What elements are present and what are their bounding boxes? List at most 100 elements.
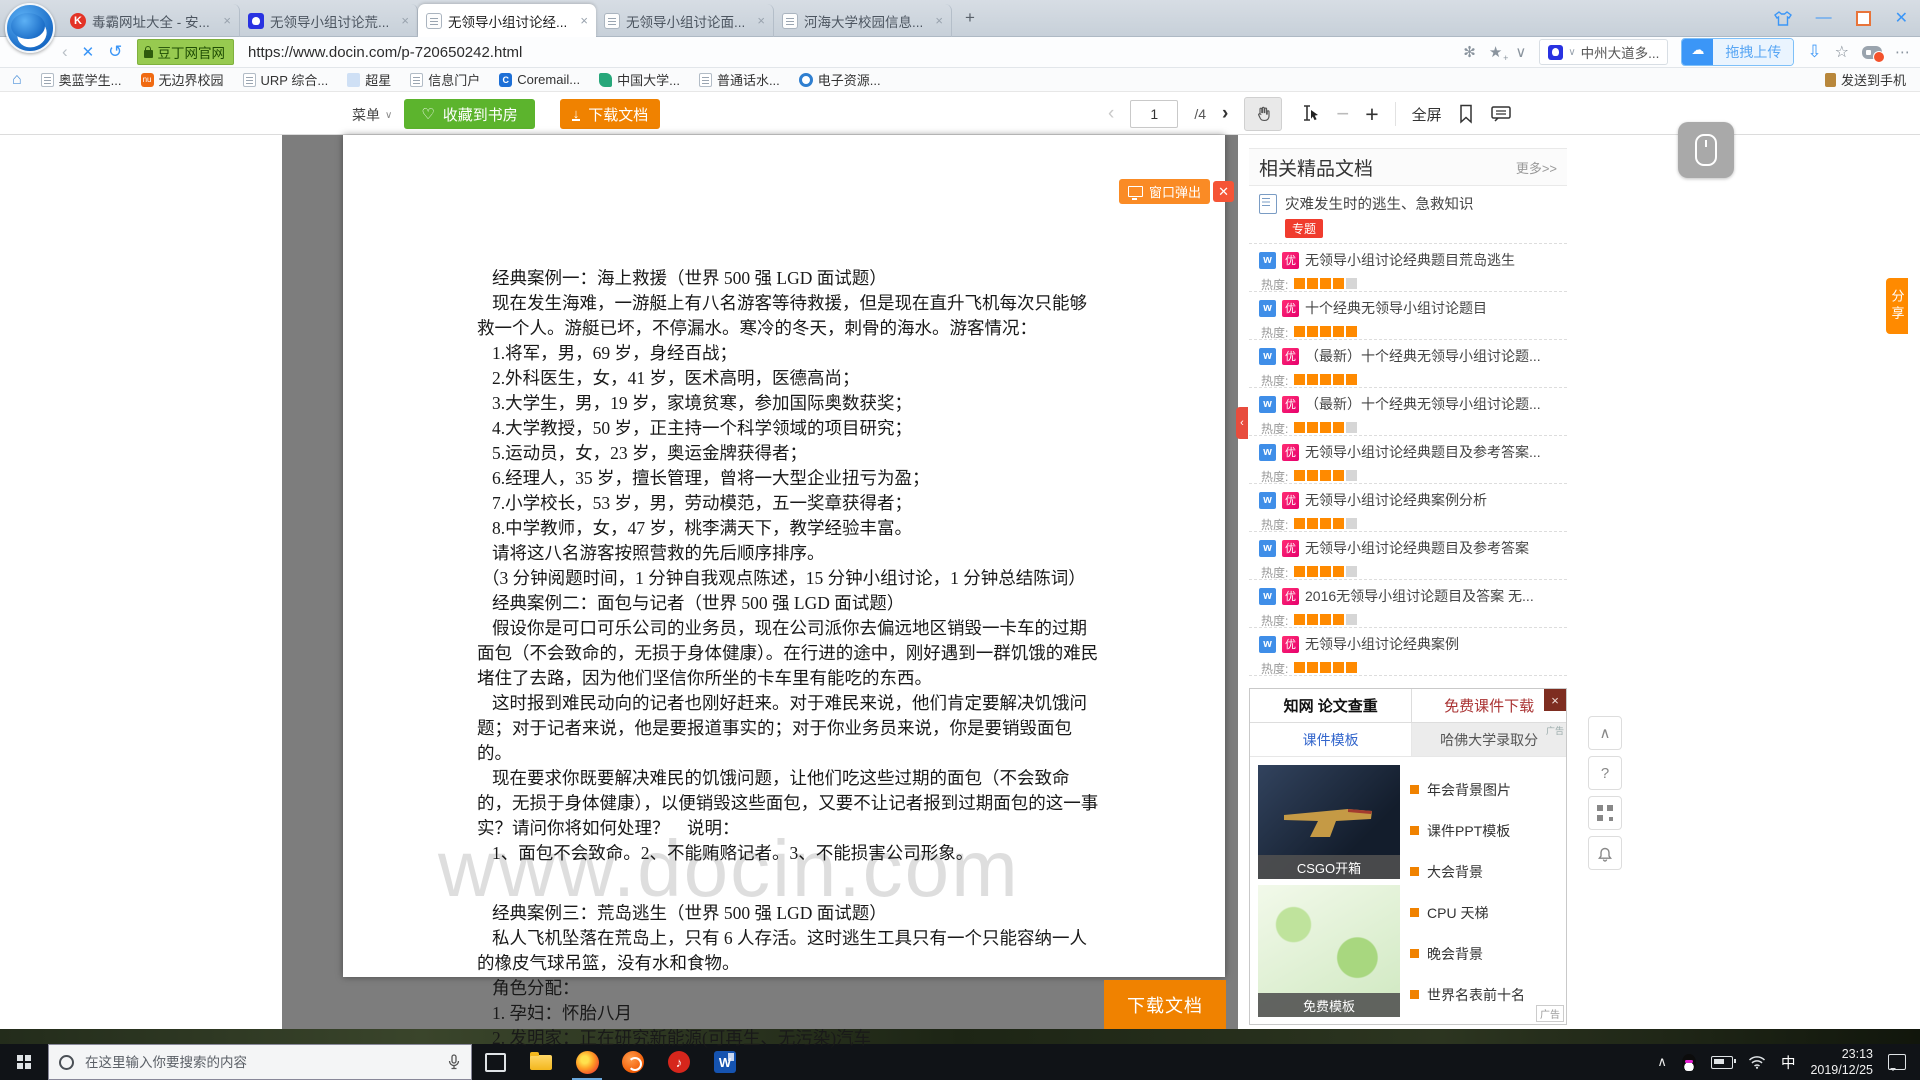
tab-close-icon[interactable]: ×	[401, 13, 409, 28]
fullscreen-button[interactable]: 全屏	[1412, 104, 1442, 125]
qq-penguin-icon[interactable]	[1682, 1054, 1696, 1071]
sidebar-more-link[interactable]: 更多>>	[1516, 158, 1557, 177]
help-button[interactable]: ?	[1588, 756, 1622, 790]
ad-card-template[interactable]: 免费模板	[1258, 885, 1400, 1017]
address-search-box[interactable]: ∨ 中州大道多...	[1539, 39, 1668, 65]
bookmark-flag-icon[interactable]	[1458, 104, 1474, 124]
tab-close-icon[interactable]: ×	[223, 13, 231, 28]
bookmark-item[interactable]: 奥蓝学生...	[41, 70, 122, 89]
hand-tool-button[interactable]	[1244, 97, 1282, 131]
tab-close-icon[interactable]: ×	[580, 13, 588, 28]
scroll-mouse-widget[interactable]	[1678, 122, 1734, 178]
next-page-icon[interactable]: ›	[1222, 103, 1228, 125]
bookmark-item[interactable]: Coremail...	[499, 70, 580, 89]
ad-link-item[interactable]: 年会背景图片	[1410, 769, 1560, 810]
ad-link-item[interactable]: 课件PPT模板	[1410, 810, 1560, 851]
browser-tab[interactable]: 无领导小组讨论荒... ×	[240, 4, 418, 37]
search-engine-icon[interactable]	[1548, 45, 1563, 60]
bookmark-item[interactable]: 中国大学...	[599, 70, 680, 89]
new-tab-button[interactable]: +	[955, 8, 985, 28]
related-document-item[interactable]: 无领导小组讨论经典题目及参考答案 热度:	[1249, 532, 1567, 580]
taskbar-search-input[interactable]	[83, 1054, 438, 1071]
drag-upload-button[interactable]: ☁ 拖拽上传	[1681, 38, 1794, 66]
ad-close-icon[interactable]: ×	[1544, 689, 1566, 711]
sidebar-special-item[interactable]: 灾难发生时的逃生、急救知识 专题	[1249, 186, 1567, 244]
tab-close-icon[interactable]: ×	[757, 13, 765, 28]
sidebar-collapse-handle[interactable]: ‹	[1236, 407, 1248, 439]
minimize-icon[interactable]: —	[1816, 9, 1832, 27]
related-document-title[interactable]: 无领导小组讨论经典题目及参考答案	[1305, 538, 1529, 558]
tab-close-icon[interactable]: ×	[935, 13, 943, 28]
browser-tab[interactable]: 无领导小组讨论面... ×	[596, 4, 774, 37]
bookmark-item[interactable]: 电子资源...	[799, 70, 881, 89]
related-document-title[interactable]: 2016无领导小组讨论题目及答案 无...	[1305, 586, 1534, 606]
url-text[interactable]: https://www.docin.com/p-720650242.html	[248, 44, 1449, 61]
site-settings-icon[interactable]: ✻	[1463, 43, 1476, 61]
popout-close-icon[interactable]: ✕	[1213, 181, 1234, 202]
add-bookmark-icon[interactable]: ★	[1489, 43, 1502, 61]
zoom-in-icon[interactable]: +	[1365, 101, 1378, 128]
ime-indicator[interactable]: 中	[1781, 1052, 1796, 1073]
related-document-title[interactable]: 无领导小组讨论经典案例	[1305, 634, 1459, 654]
related-document-item[interactable]: 2016无领导小组讨论题目及答案 无... 热度:	[1249, 580, 1567, 628]
ad-tab-paper-check[interactable]: 知网 论文查重	[1250, 689, 1412, 722]
search-query-text[interactable]: 中州大道多...	[1581, 42, 1660, 62]
tray-expand-icon[interactable]: ∧	[1657, 1054, 1667, 1070]
related-document-title[interactable]: 十个经典无领导小组讨论题目	[1305, 298, 1487, 318]
more-menu-icon[interactable]: ⋯	[1895, 43, 1910, 61]
stop-icon[interactable]: ✕	[82, 43, 95, 61]
related-document-item[interactable]: （最新）十个经典无领导小组讨论题... 热度:	[1249, 340, 1567, 388]
related-document-item[interactable]: 无领导小组讨论经典题目荒岛逃生 热度:	[1249, 244, 1567, 292]
related-document-title[interactable]: 无领导小组讨论经典题目及参考答案...	[1305, 442, 1541, 462]
special-item-title[interactable]: 灾难发生时的逃生、急救知识	[1285, 193, 1474, 214]
share-tab[interactable]: 分享	[1886, 278, 1908, 334]
favorite-document-button[interactable]: ♡ 收藏到书房	[404, 99, 535, 129]
skin-theme-icon[interactable]	[1774, 11, 1792, 26]
related-document-title[interactable]: 无领导小组讨论经典题目荒岛逃生	[1305, 250, 1515, 270]
related-document-item[interactable]: 无领导小组讨论经典题目及参考答案... 热度:	[1249, 436, 1567, 484]
comment-icon[interactable]	[1490, 104, 1512, 124]
ad-link-item[interactable]: CPU 天梯	[1410, 892, 1560, 933]
battery-icon[interactable]	[1711, 1056, 1733, 1069]
qr-code-button[interactable]	[1588, 796, 1622, 830]
taskbar-clock[interactable]: 23:13 2019/12/25	[1810, 1046, 1873, 1079]
bookmark-item[interactable]: 信息门户	[410, 70, 480, 89]
close-window-icon[interactable]: ✕	[1895, 8, 1908, 28]
related-document-item[interactable]: （最新）十个经典无领导小组讨论题... 热度:	[1249, 388, 1567, 436]
home-icon[interactable]: ⌂	[12, 71, 22, 89]
game-center-icon[interactable]	[1862, 46, 1882, 59]
chevron-down-icon[interactable]: ∨	[1515, 43, 1526, 61]
download-document-bottom-button[interactable]: 下载文档	[1104, 980, 1226, 1029]
zoom-out-icon[interactable]: −	[1336, 101, 1349, 127]
downloads-icon[interactable]: ⇩	[1807, 42, 1821, 62]
back-to-top-button[interactable]: ∧	[1588, 716, 1622, 750]
related-document-title[interactable]: （最新）十个经典无领导小组讨论题...	[1305, 394, 1541, 414]
browser-tab[interactable]: 河海大学校园信息... ×	[774, 4, 952, 37]
browser-logo[interactable]	[5, 3, 55, 53]
related-document-item[interactable]: 十个经典无领导小组讨论题目 热度:	[1249, 292, 1567, 340]
menu-button[interactable]: 菜单 ∨	[352, 105, 392, 125]
related-document-title[interactable]: 无领导小组讨论经典案例分析	[1305, 490, 1487, 510]
wifi-icon[interactable]	[1748, 1055, 1766, 1069]
document-page[interactable]: www.docin.com 经典案例一：海上救援（世界 500 强 LGD 面试…	[343, 135, 1225, 977]
previous-page-icon[interactable]: ‹	[1108, 103, 1114, 125]
ad-link-item[interactable]: 晚会背景	[1410, 933, 1560, 974]
related-document-item[interactable]: 无领导小组讨论经典案例分析 热度:	[1249, 484, 1567, 532]
back-icon[interactable]: ‹	[62, 42, 68, 62]
page-number-input[interactable]	[1130, 100, 1178, 128]
action-center-icon[interactable]	[1888, 1054, 1906, 1070]
site-verified-badge[interactable]: 豆丁网官网	[137, 39, 235, 65]
favorites-icon[interactable]: ☆	[1835, 42, 1849, 62]
bookmark-item[interactable]: 普通话水...	[699, 70, 780, 89]
search-engine-chevron-icon[interactable]: ∨	[1568, 47, 1575, 58]
start-button[interactable]	[0, 1044, 48, 1080]
ad-tab-free-courseware[interactable]: 免费课件下载	[1412, 689, 1566, 722]
ad-subtab-templates[interactable]: 课件模板	[1250, 723, 1412, 756]
bookmark-item[interactable]: URP 综合...	[243, 70, 329, 89]
microphone-icon[interactable]	[447, 1054, 461, 1070]
ad-subtab-harvard[interactable]: 哈佛大学录取分 广告	[1412, 723, 1566, 756]
restore-icon[interactable]	[1856, 11, 1871, 26]
bookmark-item[interactable]: 无边界校园	[141, 70, 224, 89]
related-document-title[interactable]: （最新）十个经典无领导小组讨论题...	[1305, 346, 1541, 366]
refresh-icon[interactable]: ↺	[108, 42, 122, 62]
